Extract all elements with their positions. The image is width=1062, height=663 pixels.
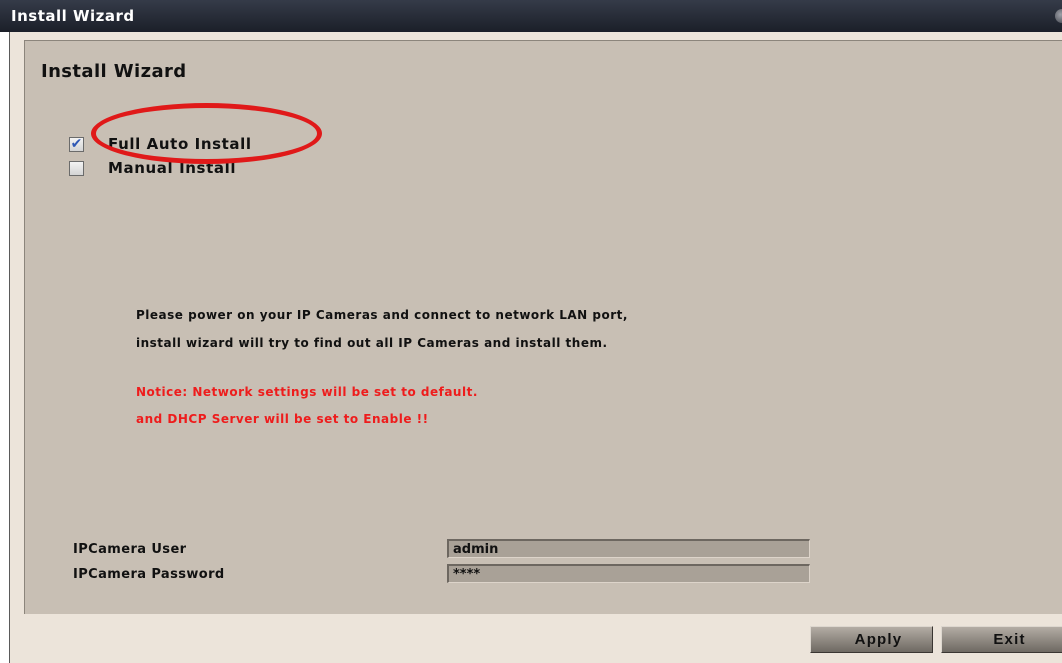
full-auto-install-checkbox[interactable]: ✔	[69, 136, 84, 152]
checkmark-icon: ✔	[70, 136, 83, 152]
wizard-panel: Install Wizard ✔ Full Auto Install Manua…	[24, 40, 1062, 614]
exit-button[interactable]: Exit	[941, 626, 1062, 653]
dialog-body: Install Wizard ✔ Full Auto Install Manua…	[9, 32, 1062, 663]
ipcamera-user-label: IPCamera User	[73, 542, 187, 557]
manual-install-label: Manual Install	[108, 159, 237, 177]
manual-install-option[interactable]: Manual Install	[69, 157, 236, 179]
ipcamera-user-input[interactable]	[447, 539, 810, 558]
notice-line-1: Notice: Network settings will be set to …	[136, 385, 478, 399]
ipcamera-password-input[interactable]	[447, 564, 810, 583]
instruction-line-1: Please power on your IP Cameras and conn…	[136, 308, 628, 322]
full-auto-install-label: Full Auto Install	[108, 135, 252, 153]
ipcamera-password-label: IPCamera Password	[73, 567, 225, 582]
instruction-line-2: install wizard will try to find out all …	[136, 336, 608, 350]
manual-install-checkbox[interactable]	[69, 160, 84, 176]
notice-line-2: and DHCP Server will be set to Enable !!	[136, 412, 429, 426]
full-auto-install-option[interactable]: ✔ Full Auto Install	[69, 133, 252, 155]
window-control-icon[interactable]	[1055, 9, 1062, 23]
title-bar: Install Wizard	[0, 0, 1062, 32]
panel-heading: Install Wizard	[41, 61, 187, 82]
window-title: Install Wizard	[11, 7, 135, 25]
apply-button[interactable]: Apply	[810, 626, 933, 653]
